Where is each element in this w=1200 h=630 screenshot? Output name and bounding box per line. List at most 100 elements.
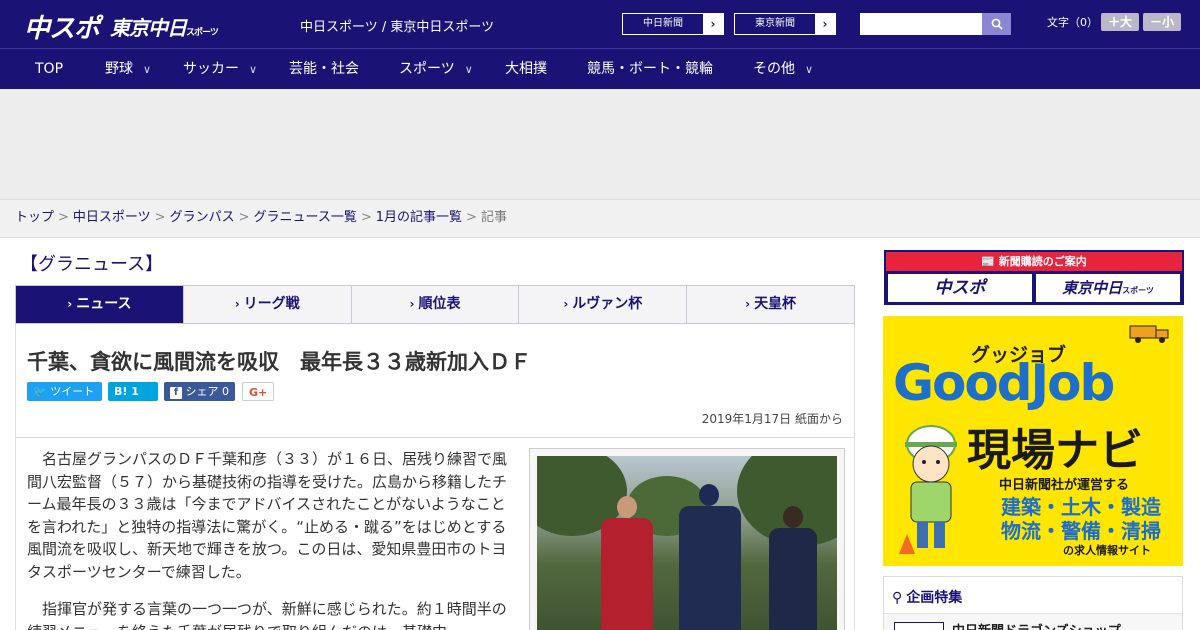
tab-league[interactable]: › リーグ戦: [184, 286, 352, 323]
site-name[interactable]: 中日スポーツ / 東京中日スポーツ: [300, 16, 494, 35]
article-headline: 千葉、貪欲に風間流を吸収 最年長３３歳新加入ＤＦ: [27, 350, 531, 374]
tab-emperor-cup-label: 天皇杯: [754, 296, 797, 312]
font-size-label: 文字（0）: [1047, 16, 1098, 29]
truck-icon: [1129, 325, 1169, 343]
google-plus-button[interactable]: G+: [242, 382, 274, 401]
subscription-banner[interactable]: 📰 新聞購読のご案内 中スポ 東京中日スポーツ: [884, 250, 1184, 305]
tokyo-shimbun-link[interactable]: 東京新聞 ›: [734, 13, 836, 35]
breadcrumb-sep: >: [238, 210, 250, 225]
search-input[interactable]: [860, 13, 982, 35]
hatena-bookmark-button[interactable]: B! 1: [108, 382, 158, 401]
nav-other[interactable]: その他 ∨: [753, 49, 813, 90]
font-bigger-button[interactable]: ＋大: [1101, 13, 1139, 31]
photo-person-body: [679, 506, 741, 630]
article-photo-frame: [529, 448, 845, 630]
search-icon: [991, 18, 1003, 30]
tweet-label: ツイート: [50, 385, 95, 398]
chevron-right-icon: ›: [745, 297, 751, 311]
article-date: 2019年1月17日 紙面から: [701, 412, 843, 426]
chevron-down-icon: ∨: [143, 63, 152, 76]
article-header: 千葉、貪欲に風間流を吸収 最年長３３歳新加入ＤＦ 🐦 ツイート B! 1 f シ…: [15, 324, 855, 438]
subscribe-tokyo-chunichi-small: スポーツ: [1122, 286, 1154, 295]
feature-box: ⚲企画特集 中日新聞ドラゴンズショップ: [883, 576, 1183, 630]
tab-league-label: リーグ戦: [243, 296, 300, 312]
chevron-right-icon: ›: [409, 297, 415, 311]
article-body: 名古屋グランパスのＤＦ千葉和彦（３３）が１６日、居残り練習で風間八宏監督（５７）…: [15, 438, 855, 630]
breadcrumb-top[interactable]: トップ: [15, 210, 54, 225]
nav-sports[interactable]: スポーツ ∨: [399, 49, 473, 90]
goodjob-navi: 現場ナビ: [967, 425, 1143, 476]
chunichi-shimbun-link[interactable]: 中日新聞 ›: [622, 13, 724, 35]
ad-space: [0, 89, 1200, 200]
tab-standings[interactable]: › 順位表: [352, 286, 520, 323]
nav-sumo[interactable]: 大相撲: [505, 49, 547, 90]
nav-baseball[interactable]: 野球 ∨: [105, 49, 151, 90]
worker-illustration-icon: [899, 425, 957, 554]
search-button[interactable]: [982, 13, 1011, 35]
tab-levain-cup[interactable]: › ルヴァン杯: [519, 286, 688, 323]
article-photo[interactable]: [537, 456, 837, 630]
breadcrumb-january-list[interactable]: 1月の記事一覧: [376, 210, 462, 225]
top-bar: 中スポ 東京中日スポーツ 中日スポーツ / 東京中日スポーツ 中日新聞 › 東京…: [0, 0, 1200, 48]
tab-news[interactable]: › ニュース: [16, 286, 184, 323]
breadcrumb-sep: >: [58, 210, 69, 225]
tweet-button[interactable]: 🐦 ツイート: [27, 382, 102, 401]
chevron-right-icon: ›: [563, 297, 569, 311]
font-smaller-button[interactable]: －小: [1143, 13, 1181, 31]
chevron-right-icon: ›: [234, 297, 240, 311]
nav-sumo-label: 大相撲: [505, 61, 547, 77]
nav-soccer-label: サッカー: [183, 61, 239, 77]
nav-entertainment[interactable]: 芸能・社会: [289, 49, 359, 90]
breadcrumb-chuspo[interactable]: 中日スポーツ: [73, 210, 151, 225]
pin-icon: ⚲: [892, 590, 903, 606]
nav-racing[interactable]: 競馬・ボート・競輪: [587, 49, 713, 90]
breadcrumb-gura-news-list[interactable]: グラニュース一覧: [254, 210, 357, 225]
article-paragraph: 名古屋グランパスのＤＦ千葉和彦（３３）が１６日、居残り練習で風間八宏監督（５７）…: [27, 450, 508, 581]
nav-sports-label: スポーツ: [399, 61, 455, 77]
tab-standings-label: 順位表: [418, 296, 461, 312]
newspaper-icon: 📰: [981, 255, 995, 268]
feature-item[interactable]: 中日新聞ドラゴンズショップ: [884, 613, 1182, 630]
feature-thumbnail: [894, 622, 944, 630]
subscribe-chuspo[interactable]: 中スポ: [888, 274, 1032, 302]
article-paragraph: 指揮官が発する言葉の一つ一つが、新鮮に感じられた。約１時間半の練習メニューを終え…: [27, 600, 507, 630]
breadcrumb-current: 記事: [480, 210, 507, 225]
subscribe-tokyo-chunichi[interactable]: 東京中日スポーツ: [1036, 274, 1180, 302]
main-nav: TOP 野球 ∨ サッカー ∨ 芸能・社会 スポーツ ∨ 大相撲 競馬・ボート・競輪 …: [0, 48, 1200, 89]
breadcrumb-grampus[interactable]: グランパス: [170, 210, 235, 225]
tokyo-shimbun-link-label: 東京新聞: [755, 18, 795, 29]
photo-person-head: [699, 484, 719, 506]
facebook-share-button[interactable]: f シェア 0: [164, 382, 235, 401]
chevron-right-icon: ›: [815, 14, 835, 34]
goodjob-ad[interactable]: グッジョブ GoodJob 現場ナビ 中日新聞社が運営する 建築・土木・製造 物…: [883, 316, 1183, 566]
nav-top[interactable]: TOP: [35, 49, 63, 90]
chunichi-shimbun-link-label: 中日新聞: [643, 18, 683, 29]
photo-person-body: [601, 518, 653, 630]
tab-levain-cup-label: ルヴァン杯: [572, 296, 643, 312]
chevron-right-icon: ›: [67, 297, 73, 311]
tokyo-chunichi-logo-small: スポーツ: [186, 28, 219, 38]
feature-item-title: 中日新聞ドラゴンズショップ: [952, 620, 1121, 630]
chevron-down-icon: ∨: [249, 63, 258, 76]
nav-baseball-label: 野球: [105, 61, 133, 77]
photo-person-body: [769, 528, 817, 630]
tokyo-chunichi-logo[interactable]: 東京中日スポーツ: [110, 12, 219, 41]
nav-other-label: その他: [753, 61, 795, 77]
nav-racing-label: 競馬・ボート・競輪: [587, 61, 713, 77]
breadcrumb: トップ > 中日スポーツ > グランパス > グラニュース一覧 >1月の記事一覧 > 記事: [0, 200, 1200, 238]
subscription-label: 📰 新聞購読のご案内: [886, 252, 1182, 271]
feature-heading: ⚲ 企画特集: [892, 587, 962, 607]
nav-soccer[interactable]: サッカー ∨: [183, 49, 257, 90]
facebook-share-label: シェア 0: [185, 385, 230, 398]
breadcrumb-sep: >: [360, 210, 372, 225]
chuspo-logo[interactable]: 中スポ: [24, 8, 100, 45]
tab-emperor-cup[interactable]: › 天皇杯: [687, 286, 854, 323]
facebook-icon: f: [170, 387, 182, 399]
subscription-label-text: 新聞購読のご案内: [998, 255, 1087, 268]
photo-person-head: [783, 506, 803, 528]
section-tabs: › ニュース › リーグ戦 › 順位表 › ルヴァン杯 › 天皇杯: [15, 285, 855, 324]
goodjob-categories-2: 物流・警備・清掃: [1001, 519, 1161, 543]
chevron-right-icon: ›: [703, 14, 723, 34]
nav-entertainment-label: 芸能・社会: [289, 61, 359, 77]
feature-heading-text: 企画特集: [906, 590, 963, 606]
